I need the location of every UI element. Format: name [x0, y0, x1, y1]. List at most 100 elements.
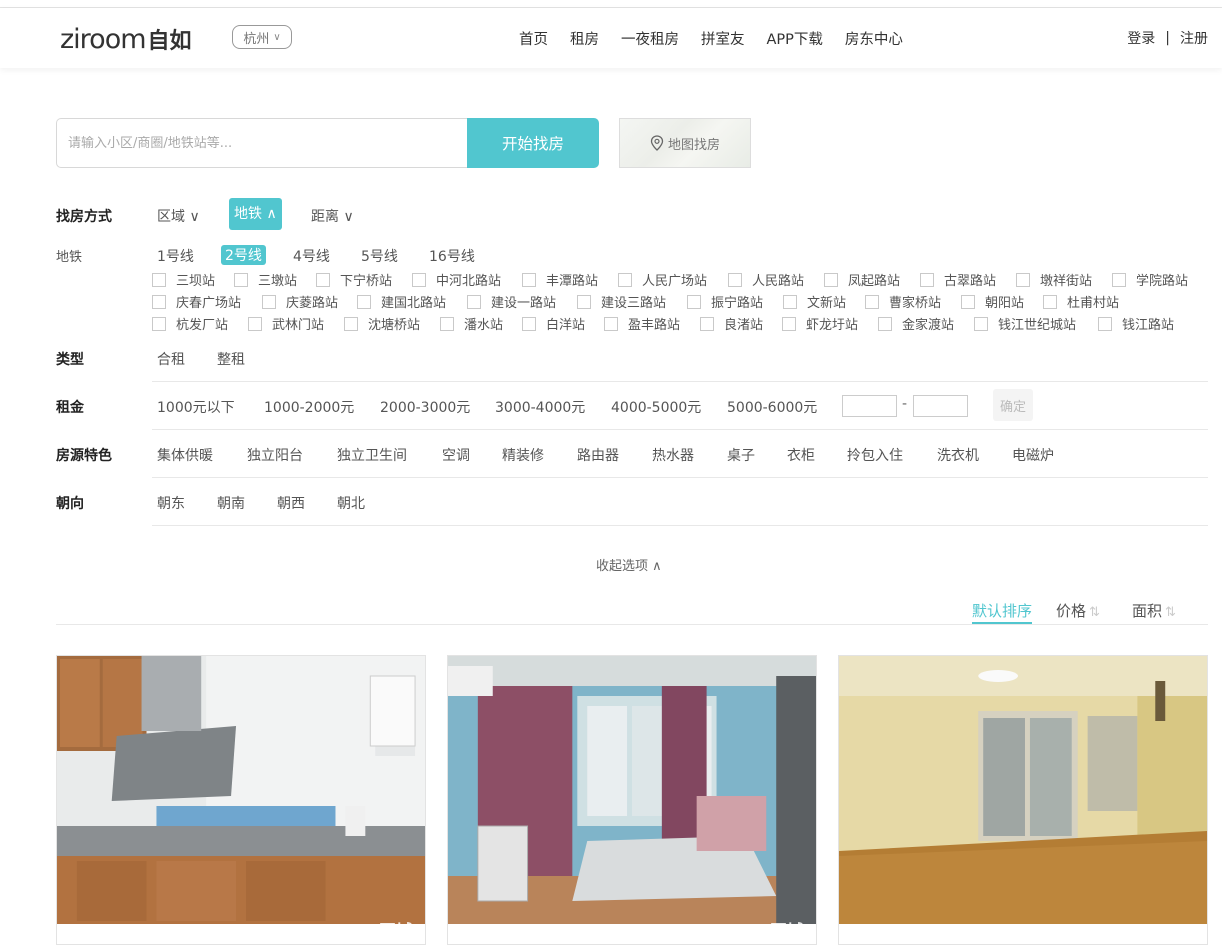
checkbox[interactable] — [604, 316, 618, 331]
nav-one-night[interactable]: 一夜租房 — [621, 28, 679, 49]
feature-option[interactable]: 空调 — [442, 445, 470, 465]
rent-min-input[interactable] — [842, 395, 897, 417]
checkbox[interactable] — [824, 272, 838, 287]
sort-price[interactable]: 价格 ⇅ — [1056, 600, 1100, 621]
checkbox[interactable] — [412, 272, 426, 287]
feature-option[interactable]: 电磁炉 — [1012, 445, 1054, 465]
rent-option[interactable]: 5000-6000元 — [727, 397, 817, 417]
listing-card[interactable]: 58同城 — [56, 655, 426, 945]
mode-distance[interactable]: 距离 ∨ — [311, 206, 354, 226]
nav-rent[interactable]: 租房 — [570, 28, 599, 49]
station-item[interactable]: 庆菱路站 — [262, 292, 338, 311]
station-item[interactable]: 金家渡站 — [878, 314, 954, 333]
feature-option[interactable]: 洗衣机 — [937, 445, 979, 465]
station-item[interactable]: 丰潭路站 — [522, 270, 598, 289]
rent-max-input[interactable] — [913, 395, 968, 417]
sort-area[interactable]: 面积 ⇅ — [1132, 600, 1176, 621]
feature-option[interactable]: 独立卫生间 — [337, 445, 407, 465]
rent-option[interactable]: 2000-3000元 — [380, 397, 470, 417]
station-item[interactable]: 建设三路站 — [577, 292, 666, 311]
station-item[interactable]: 学院路站 — [1112, 270, 1188, 289]
station-item[interactable]: 钱江世纪城站 — [974, 314, 1076, 333]
sort-default[interactable]: 默认排序 — [972, 600, 1033, 624]
rent-option[interactable]: 4000-5000元 — [611, 397, 701, 417]
feature-option[interactable]: 衣柜 — [787, 445, 815, 465]
station-item[interactable]: 三墩站 — [234, 270, 297, 289]
station-item[interactable]: 振宁路站 — [687, 292, 763, 311]
station-item[interactable]: 曹家桥站 — [865, 292, 941, 311]
checkbox[interactable] — [440, 316, 454, 331]
station-item[interactable]: 潘水站 — [440, 314, 503, 333]
rent-option[interactable]: 3000-4000元 — [495, 397, 585, 417]
checkbox[interactable] — [357, 294, 371, 309]
checkbox[interactable] — [316, 272, 330, 287]
search-input[interactable] — [68, 135, 448, 151]
register-link[interactable]: 注册 — [1180, 28, 1208, 48]
station-item[interactable]: 三坝站 — [152, 270, 215, 289]
orient-option[interactable]: 朝东 — [157, 493, 185, 513]
line-1[interactable]: 1号线 — [157, 246, 194, 266]
station-item[interactable]: 下宁桥站 — [316, 270, 392, 289]
rent-option[interactable]: 1000元以下 — [157, 397, 235, 417]
rent-confirm-button[interactable]: 确定 — [993, 389, 1033, 421]
orient-option[interactable]: 朝南 — [217, 493, 245, 513]
checkbox[interactable] — [700, 316, 714, 331]
collapse-options-button[interactable]: 收起选项 ∧ — [596, 555, 662, 574]
checkbox[interactable] — [1098, 316, 1112, 331]
station-item[interactable]: 沈塘桥站 — [344, 314, 420, 333]
checkbox[interactable] — [152, 316, 166, 331]
checkbox[interactable] — [152, 272, 166, 287]
station-item[interactable]: 凤起路站 — [824, 270, 900, 289]
mode-subway[interactable]: 地铁 ∧ — [229, 198, 282, 230]
nav-roommate[interactable]: 拼室友 — [701, 28, 745, 49]
feature-option[interactable]: 桌子 — [727, 445, 755, 465]
checkbox[interactable] — [577, 294, 591, 309]
checkbox[interactable] — [728, 272, 742, 287]
orient-option[interactable]: 朝西 — [277, 493, 305, 513]
station-item[interactable]: 虾龙圩站 — [782, 314, 858, 333]
station-item[interactable]: 盈丰路站 — [604, 314, 680, 333]
login-link[interactable]: 登录 — [1127, 28, 1155, 48]
checkbox[interactable] — [467, 294, 481, 309]
checkbox[interactable] — [344, 316, 358, 331]
rent-option[interactable]: 1000-2000元 — [264, 397, 354, 417]
checkbox[interactable] — [974, 316, 988, 331]
checkbox[interactable] — [262, 294, 276, 309]
orient-option[interactable]: 朝北 — [337, 493, 365, 513]
feature-option[interactable]: 集体供暖 — [157, 445, 213, 465]
feature-option[interactable]: 拎包入住 — [847, 445, 903, 465]
station-item[interactable]: 建国北路站 — [357, 292, 446, 311]
mode-district[interactable]: 区域 ∨ — [157, 206, 200, 226]
map-search-button[interactable]: 地图找房 — [619, 118, 751, 168]
checkbox[interactable] — [687, 294, 701, 309]
line-5[interactable]: 5号线 — [361, 246, 398, 266]
checkbox[interactable] — [782, 316, 796, 331]
logo[interactable]: ziroom 自如 — [60, 24, 192, 55]
checkbox[interactable] — [920, 272, 934, 287]
listing-card[interactable]: 58同城 — [447, 655, 817, 945]
station-item[interactable]: 文新站 — [783, 292, 846, 311]
feature-option[interactable]: 精装修 — [502, 445, 544, 465]
search-button[interactable]: 开始找房 — [467, 118, 599, 168]
station-item[interactable]: 武林门站 — [248, 314, 324, 333]
station-item[interactable]: 朝阳站 — [961, 292, 1024, 311]
nav-home[interactable]: 首页 — [519, 28, 548, 49]
city-selector[interactable]: 杭州 ∨ — [232, 25, 292, 49]
checkbox[interactable] — [152, 294, 166, 309]
type-whole[interactable]: 整租 — [217, 349, 245, 369]
checkbox[interactable] — [522, 316, 536, 331]
station-item[interactable]: 古翠路站 — [920, 270, 996, 289]
station-item[interactable]: 中河北路站 — [412, 270, 501, 289]
station-item[interactable]: 杭发厂站 — [152, 314, 228, 333]
feature-option[interactable]: 独立阳台 — [247, 445, 303, 465]
line-2[interactable]: 2号线 — [221, 245, 266, 265]
nav-app[interactable]: APP下载 — [767, 28, 823, 49]
station-item[interactable]: 庆春广场站 — [152, 292, 241, 311]
station-item[interactable]: 人民广场站 — [618, 270, 707, 289]
line-16[interactable]: 16号线 — [429, 246, 475, 266]
station-item[interactable]: 杜甫村站 — [1043, 292, 1119, 311]
station-item[interactable]: 建设一路站 — [467, 292, 556, 311]
feature-option[interactable]: 热水器 — [652, 445, 694, 465]
checkbox[interactable] — [522, 272, 536, 287]
type-shared[interactable]: 合租 — [157, 349, 185, 369]
